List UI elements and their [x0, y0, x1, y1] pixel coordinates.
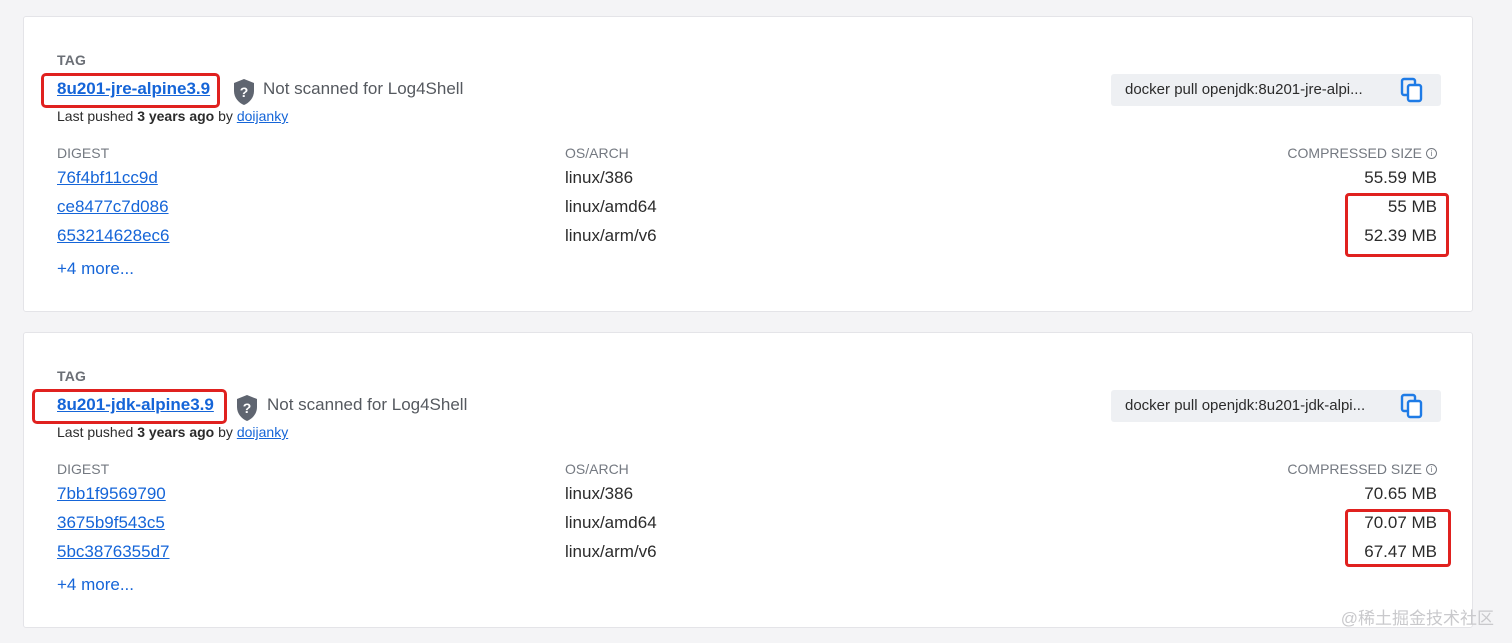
- os-arch-header: OS/ARCH: [565, 461, 629, 477]
- os-arch-header: OS/ARCH: [565, 145, 629, 161]
- last-pushed-time: 3 years ago: [137, 424, 215, 440]
- os-arch: linux/386: [565, 484, 634, 503]
- size-header: COMPRESSED SIZE i: [1287, 145, 1437, 161]
- pull-command-box: docker pull openjdk:8u201-jre-alpi...: [1111, 74, 1441, 106]
- tag-card: TAG 8u201-jre-alpine3.9 ? Not scanned fo…: [23, 16, 1473, 312]
- table-row: 3675b9f543c5 linux/amd64 70.07 MB: [24, 513, 1472, 541]
- pull-command: docker pull openjdk:8u201-jdk-alpi...: [1125, 397, 1366, 414]
- digest-link[interactable]: 5bc3876355d7: [57, 542, 170, 562]
- by-label: by: [218, 424, 233, 440]
- digest-link[interactable]: ce8477c7d086: [57, 197, 169, 217]
- os-arch: linux/amd64: [565, 513, 657, 532]
- os-arch: linux/386: [565, 168, 634, 187]
- digest-link[interactable]: 76f4bf11cc9d: [57, 168, 158, 188]
- digest-link[interactable]: 7bb1f9569790: [57, 484, 166, 504]
- copy-icon[interactable]: [1399, 77, 1425, 103]
- by-label: by: [218, 108, 233, 124]
- info-icon[interactable]: i: [1426, 148, 1437, 159]
- table-row: 5bc3876355d7 linux/arm/v6 67.47 MB: [24, 542, 1472, 570]
- shield-question-icon: ?: [237, 395, 257, 421]
- os-arch: linux/arm/v6: [565, 542, 657, 561]
- size-header-label: COMPRESSED SIZE: [1287, 461, 1422, 477]
- tag-caption: TAG: [57, 52, 87, 68]
- more-link[interactable]: +4 more...: [57, 575, 134, 595]
- last-pushed-prefix: Last pushed: [57, 424, 134, 440]
- scan-status: Not scanned for Log4Shell: [267, 395, 468, 414]
- compressed-size: 55.59 MB: [1364, 168, 1437, 187]
- os-arch: linux/amd64: [565, 197, 657, 216]
- table-row: 76f4bf11cc9d linux/386 55.59 MB: [24, 168, 1472, 196]
- tag-name-link[interactable]: 8u201-jdk-alpine3.9: [57, 395, 214, 415]
- info-icon[interactable]: i: [1426, 464, 1437, 475]
- last-pushed-time: 3 years ago: [137, 108, 215, 124]
- svg-text:?: ?: [243, 400, 252, 416]
- scan-status: Not scanned for Log4Shell: [263, 79, 464, 98]
- last-pushed: Last pushed 3 years ago by doijanky: [57, 424, 288, 440]
- pull-command-box: docker pull openjdk:8u201-jdk-alpi...: [1111, 390, 1441, 422]
- table-row: ce8477c7d086 linux/amd64 55 MB: [24, 197, 1472, 225]
- digest-link[interactable]: 3675b9f543c5: [57, 513, 165, 533]
- shield-question-icon: ?: [234, 79, 254, 105]
- svg-text:?: ?: [240, 84, 249, 100]
- size-highlight-box: [1345, 193, 1449, 257]
- last-pushed-prefix: Last pushed: [57, 108, 134, 124]
- more-link[interactable]: +4 more...: [57, 259, 134, 279]
- size-header: COMPRESSED SIZE i: [1287, 461, 1437, 477]
- last-pushed: Last pushed 3 years ago by doijanky: [57, 108, 288, 124]
- table-row: 653214628ec6 linux/arm/v6 52.39 MB: [24, 226, 1472, 254]
- size-header-label: COMPRESSED SIZE: [1287, 145, 1422, 161]
- tag-caption: TAG: [57, 368, 87, 384]
- pusher-link[interactable]: doijanky: [237, 108, 288, 124]
- copy-icon[interactable]: [1399, 393, 1425, 419]
- size-highlight-box: [1345, 509, 1451, 567]
- table-row: 7bb1f9569790 linux/386 70.65 MB: [24, 484, 1472, 512]
- tag-card: TAG 8u201-jdk-alpine3.9 ? Not scanned fo…: [23, 332, 1473, 628]
- watermark: @稀土掘金技术社区: [1340, 609, 1494, 628]
- pull-command: docker pull openjdk:8u201-jre-alpi...: [1125, 81, 1363, 98]
- digest-link[interactable]: 653214628ec6: [57, 226, 170, 246]
- compressed-size: 70.65 MB: [1364, 484, 1437, 503]
- digest-header: DIGEST: [57, 461, 110, 477]
- tag-name-link[interactable]: 8u201-jre-alpine3.9: [57, 79, 210, 99]
- os-arch: linux/arm/v6: [565, 226, 657, 245]
- digest-header: DIGEST: [57, 145, 110, 161]
- pusher-link[interactable]: doijanky: [237, 424, 288, 440]
